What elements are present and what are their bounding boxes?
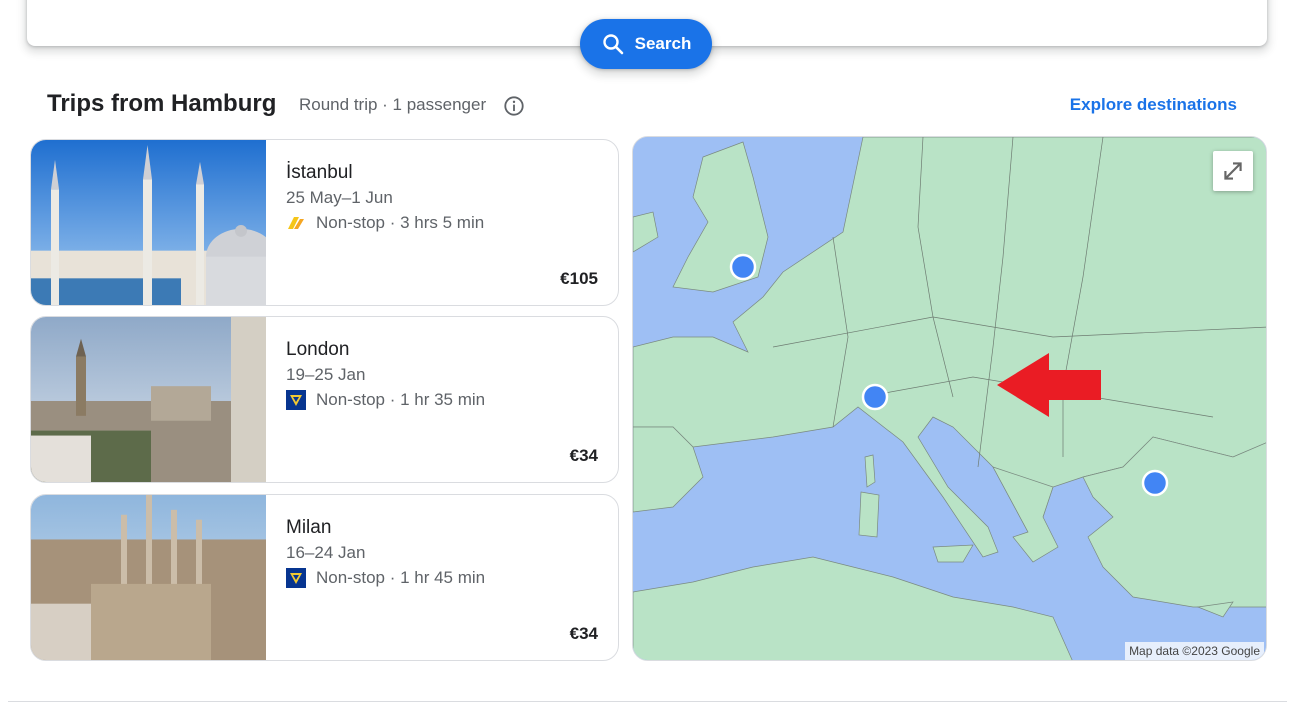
search-icon — [602, 34, 623, 55]
trip-city: İstanbul — [286, 162, 353, 183]
trip-card-istanbul[interactable]: İstanbul 25 May–1 Jun Non-stop · 3 hrs 5… — [30, 139, 619, 306]
trip-dates: 25 May–1 Jun — [286, 188, 393, 207]
trip-flight-info: Non-stop · 1 hr 35 min — [286, 390, 485, 410]
trip-price: €34 — [569, 446, 598, 465]
fullscreen-icon — [1224, 162, 1242, 180]
search-button[interactable]: Search — [580, 19, 712, 69]
trip-flight-text: Non-stop · 1 hr 45 min — [316, 568, 486, 587]
trip-dates: 19–25 Jan — [286, 365, 366, 384]
trip-city: Milan — [286, 517, 332, 538]
istanbul-marker[interactable] — [1141, 469, 1169, 497]
search-button-label: Search — [634, 34, 692, 53]
info-icon[interactable] — [503, 95, 525, 117]
trip-type-summary: Round trip · 1 passenger — [299, 95, 487, 114]
map-attribution: Map data ©2023 Google — [1125, 642, 1264, 660]
trip-price: €34 — [569, 624, 598, 643]
trip-flight-text: Non-stop · 3 hrs 5 min — [316, 213, 485, 232]
map-canvas[interactable] — [633, 137, 1267, 661]
bottom-divider — [8, 701, 1287, 702]
london-photo — [31, 317, 266, 482]
milan-photo — [31, 495, 266, 660]
section-title: Trips from Hamburg — [47, 90, 277, 117]
explore-destinations-link[interactable]: Explore destinations — [1070, 95, 1237, 115]
fullscreen-button[interactable] — [1213, 151, 1253, 191]
trip-price: €105 — [560, 269, 598, 288]
trip-card-milan[interactable]: Milan 16–24 Jan Non-stop · 1 hr 45 min €… — [30, 494, 619, 661]
istanbul-photo — [31, 140, 266, 305]
milan-marker[interactable] — [861, 383, 889, 411]
trip-flight-text: Non-stop · 1 hr 35 min — [316, 390, 486, 409]
trip-dates: 16–24 Jan — [286, 543, 366, 562]
pegasus-airline-icon — [288, 217, 304, 229]
trip-card-london[interactable]: London 19–25 Jan Non-stop · 1 hr 35 min … — [30, 316, 619, 483]
trip-flight-info: Non-stop · 3 hrs 5 min — [286, 213, 484, 233]
trip-city: London — [286, 339, 350, 360]
trip-flight-info: Non-stop · 1 hr 45 min — [286, 568, 485, 588]
trips-section-header: Trips from Hamburg Round trip · 1 passen… — [47, 88, 1237, 124]
ryanair-airline-icon — [286, 568, 306, 588]
destinations-map[interactable]: Map data ©2023 Google — [632, 136, 1267, 661]
london-marker[interactable] — [729, 253, 757, 281]
ryanair-airline-icon — [286, 390, 306, 410]
